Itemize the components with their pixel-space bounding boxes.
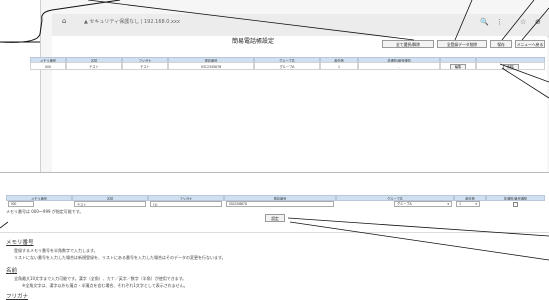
- callout-line-set-1: [287, 217, 549, 237]
- callout-line-delete-all: [454, 0, 473, 41]
- callout-line-browser: [0, 0, 121, 43]
- callout-line-select-all: [87, 0, 415, 41]
- callout-line-form: [0, 221, 9, 229]
- annotation-lines: [0, 0, 549, 261]
- callout-line-save: [501, 0, 535, 41]
- callout-line-menu: [521, 7, 549, 41]
- callout-line-set-2: [289, 221, 549, 261]
- callout-line-delete: [499, 63, 549, 83]
- callout-line-edit: [501, 67, 549, 99]
